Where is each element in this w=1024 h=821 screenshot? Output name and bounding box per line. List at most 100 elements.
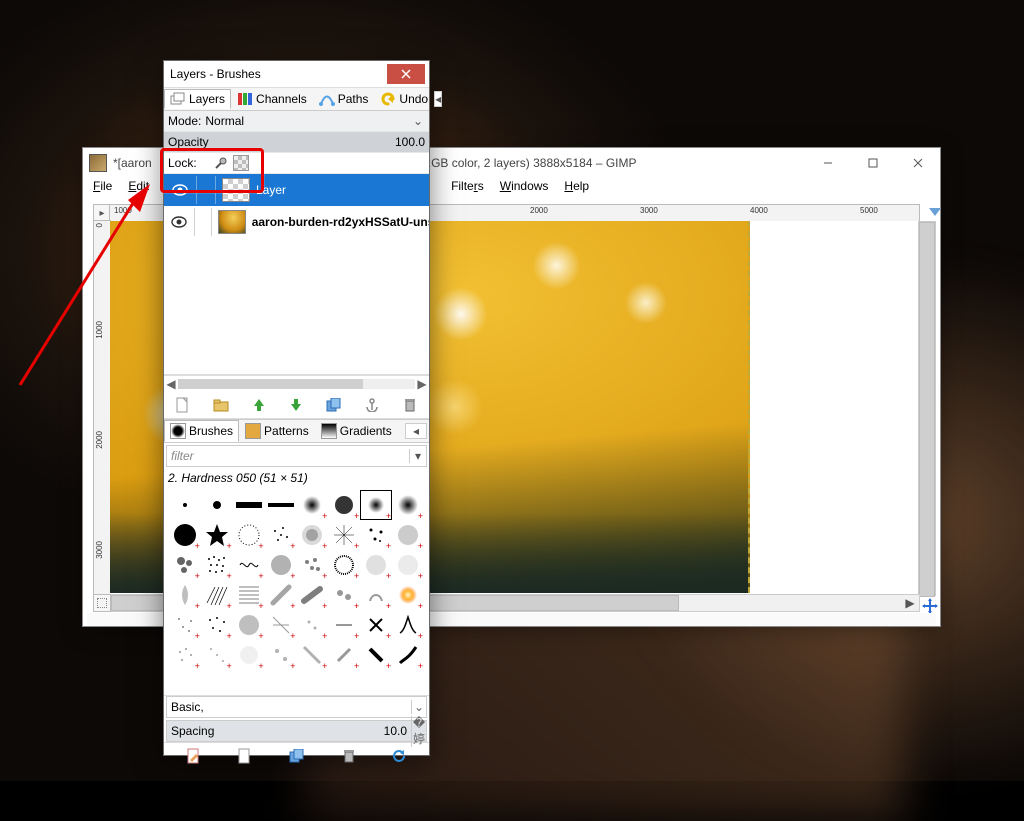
brush-swatch[interactable]: +: [202, 641, 232, 669]
brush-preset-select[interactable]: Basic, ⌄: [166, 696, 427, 718]
brush-swatch[interactable]: +: [266, 611, 296, 639]
brush-swatch[interactable]: +: [329, 491, 359, 519]
delete-brush-button[interactable]: [343, 749, 355, 763]
brush-swatch[interactable]: +: [298, 641, 328, 669]
raise-layer-button[interactable]: [250, 396, 268, 414]
visibility-toggle[interactable]: [170, 212, 188, 232]
layer-row[interactable]: aaron-burden-rd2yxHSSatU-unspla: [164, 206, 429, 238]
visibility-toggle[interactable]: [170, 180, 190, 200]
tab-brushes[interactable]: Brushes: [164, 420, 239, 442]
brush-swatch[interactable]: +: [170, 611, 200, 639]
brush-swatch[interactable]: [202, 491, 232, 519]
refresh-brushes-button[interactable]: [392, 749, 406, 763]
menu-filters[interactable]: FiltersFilters: [445, 178, 490, 198]
brush-swatch[interactable]: +: [329, 551, 359, 579]
layer-name[interactable]: aaron-burden-rd2yxHSSatU-unspla: [252, 215, 429, 229]
brush-swatch-selected[interactable]: +: [361, 491, 391, 519]
brush-swatch[interactable]: +: [361, 611, 391, 639]
brush-swatch[interactable]: +: [298, 611, 328, 639]
brush-swatch[interactable]: +: [234, 521, 264, 549]
brush-swatch[interactable]: +: [266, 581, 296, 609]
brush-swatch[interactable]: [234, 491, 264, 519]
brush-filter-input[interactable]: filter ▾: [166, 445, 427, 467]
anchor-layer-button[interactable]: [363, 396, 381, 414]
edit-brush-button[interactable]: [187, 748, 201, 764]
menu-help[interactable]: HelpHelp: [558, 178, 595, 198]
brush-swatch[interactable]: +: [393, 521, 423, 549]
brush-swatch[interactable]: +: [393, 491, 423, 519]
new-layer-button[interactable]: [174, 396, 192, 414]
link-toggle[interactable]: [194, 208, 212, 236]
brush-swatch[interactable]: +: [298, 491, 328, 519]
brush-swatch[interactable]: +: [202, 611, 232, 639]
navigation-icon[interactable]: [922, 598, 938, 614]
brush-swatch[interactable]: +: [361, 641, 391, 669]
brush-swatch[interactable]: +: [329, 641, 359, 669]
tab-paths[interactable]: Paths: [313, 89, 375, 109]
menu-edit[interactable]: EditEdit: [122, 178, 155, 198]
duplicate-layer-button[interactable]: [325, 396, 343, 414]
link-toggle[interactable]: [196, 176, 216, 204]
brush-swatch[interactable]: +: [298, 551, 328, 579]
brush-swatch[interactable]: +: [170, 521, 200, 549]
menu-windows[interactable]: WindowsWindows: [494, 178, 555, 198]
brush-swatch[interactable]: +: [329, 611, 359, 639]
brush-swatch[interactable]: +: [234, 641, 264, 669]
lower-layer-button[interactable]: [287, 396, 305, 414]
menu-file[interactable]: FFileile: [87, 178, 118, 198]
layers-hscroll[interactable]: ◀▶: [164, 375, 429, 392]
layer-name[interactable]: Layer: [256, 183, 286, 197]
brush-swatch[interactable]: +: [170, 581, 200, 609]
quickmask-toggle[interactable]: [93, 594, 111, 612]
brush-swatch[interactable]: +: [202, 521, 232, 549]
blend-mode-row[interactable]: Mode: Normal ⌄: [164, 111, 429, 132]
brush-swatch[interactable]: +: [361, 521, 391, 549]
brush-swatch[interactable]: [170, 491, 200, 519]
brush-swatch[interactable]: +: [170, 641, 200, 669]
tab-layers[interactable]: Layers: [164, 89, 231, 109]
brush-swatch[interactable]: +: [266, 521, 296, 549]
brush-swatch[interactable]: +: [393, 641, 423, 669]
brush-swatch[interactable]: +: [298, 581, 328, 609]
brush-swatch[interactable]: [266, 491, 296, 519]
duplicate-brush-button[interactable]: [289, 749, 305, 763]
tab-undo[interactable]: Undo: [374, 89, 434, 109]
stepper-icon[interactable]: �婷: [411, 716, 426, 747]
canvas-menu-icon[interactable]: [927, 204, 943, 220]
lock-alpha-button[interactable]: [233, 155, 249, 171]
layer-row-selected[interactable]: Layer: [164, 174, 429, 206]
brush-swatch[interactable]: +: [202, 581, 232, 609]
brush-swatch[interactable]: +: [202, 551, 232, 579]
lock-pixels-button[interactable]: [213, 156, 229, 170]
tab-config-button[interactable]: ◂: [434, 91, 442, 107]
dock-close-button[interactable]: [387, 64, 425, 84]
brush-swatch[interactable]: +: [266, 641, 296, 669]
brush-swatch[interactable]: +: [393, 581, 423, 609]
spacing-spin[interactable]: Spacing 10.0 �婷: [166, 720, 427, 742]
opacity-row[interactable]: Opacity 100.0: [164, 132, 429, 153]
tab-patterns[interactable]: Patterns: [239, 420, 315, 442]
brush-swatch[interactable]: +: [234, 611, 264, 639]
brush-swatch[interactable]: +: [266, 551, 296, 579]
maximize-button[interactable]: [850, 149, 895, 178]
tab-config-button-2[interactable]: ◂: [405, 423, 427, 439]
new-group-button[interactable]: [212, 396, 230, 414]
ruler-vertical[interactable]: 0 1000 2000 3000: [93, 220, 111, 596]
brush-swatch[interactable]: +: [361, 581, 391, 609]
close-button[interactable]: [895, 149, 940, 178]
scrollbar-vertical[interactable]: [918, 221, 936, 596]
brush-swatch[interactable]: +: [234, 551, 264, 579]
tab-gradients[interactable]: Gradients: [315, 420, 398, 442]
tab-channels[interactable]: Channels: [231, 89, 313, 109]
brush-swatch[interactable]: +: [393, 611, 423, 639]
dock-titlebar[interactable]: Layers - Brushes: [164, 61, 429, 87]
minimize-button[interactable]: [805, 149, 850, 178]
brush-swatch[interactable]: +: [361, 551, 391, 579]
new-brush-button[interactable]: [238, 748, 252, 764]
brush-swatch[interactable]: +: [329, 581, 359, 609]
brush-swatch[interactable]: +: [393, 551, 423, 579]
brush-swatch[interactable]: +: [234, 581, 264, 609]
brush-swatch[interactable]: +: [298, 521, 328, 549]
brush-swatch[interactable]: +: [170, 551, 200, 579]
brush-swatch[interactable]: +: [329, 521, 359, 549]
